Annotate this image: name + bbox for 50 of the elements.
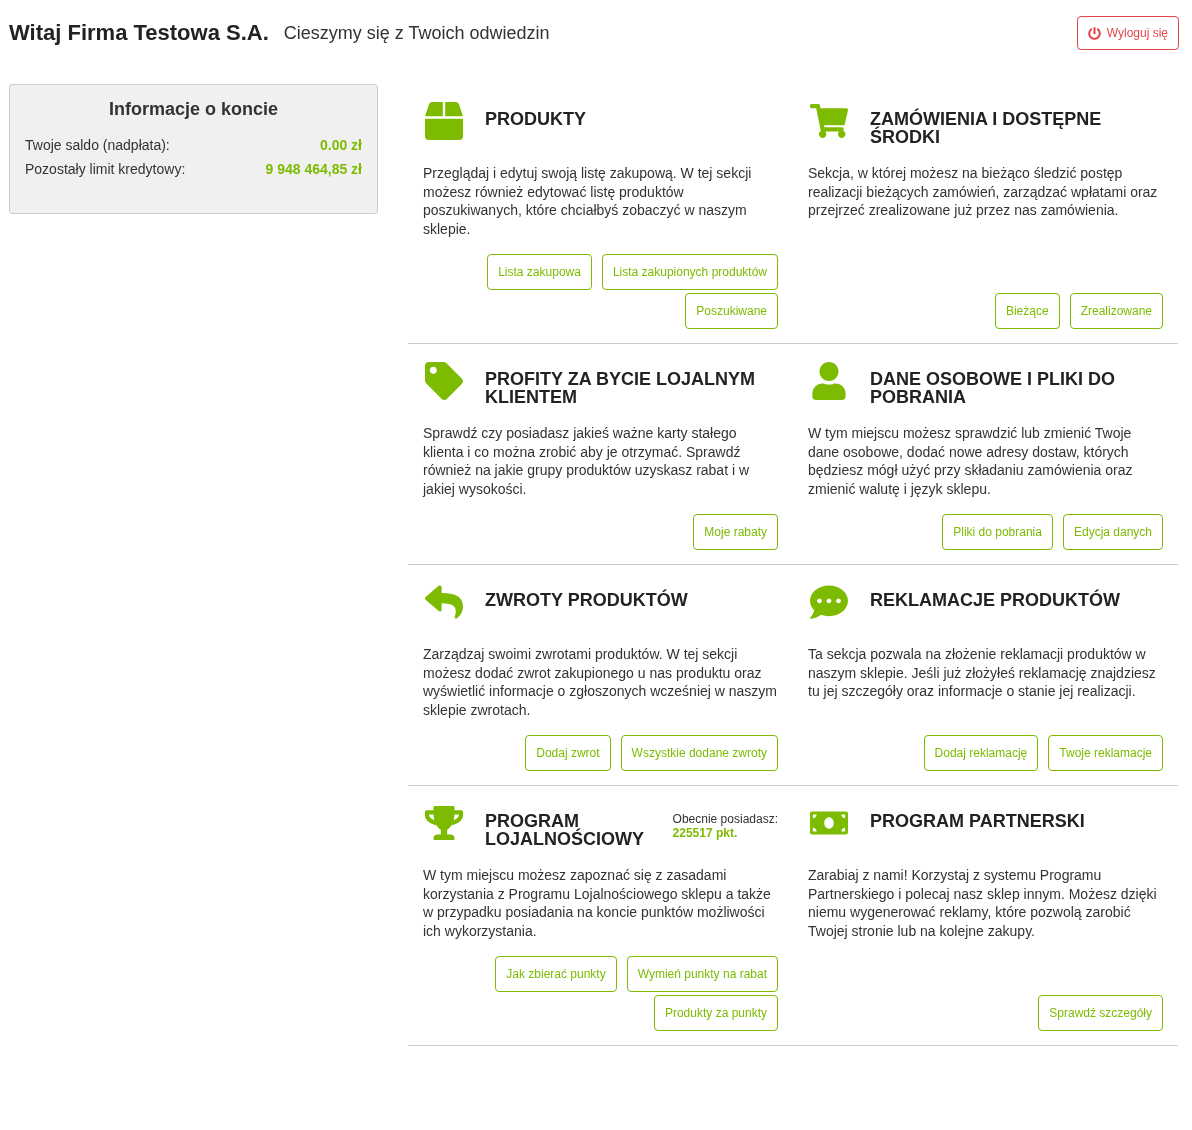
section-button[interactable]: Poszukiwane	[685, 293, 778, 329]
account-value: 0.00 zł	[319, 137, 362, 153]
section-button[interactable]: Dodaj zwrot	[525, 735, 611, 771]
section-button[interactable]: Twoje reklamacje	[1048, 735, 1163, 771]
section-button[interactable]: Edycja danych	[1062, 514, 1163, 550]
section-description: Zarabiaj z nami! Korzystaj z systemu Programu Partnerskiego i polecaj nasz sklep innym. Możesz dzięki niemu wygenerować reklamy, które pozwolą zarobić Twojej stronie lub na kolejne zakupy.	[808, 866, 1158, 940]
section-title: PRODUKTY	[485, 110, 586, 128]
account-value: 9 948 464,85 zł	[265, 161, 362, 177]
account-label: Twoje saldo (nadpłata):	[25, 137, 170, 153]
section-title: REKLAMACJE PRODUKTÓW	[870, 591, 1120, 609]
section-description: Sprawdź czy posiadasz jakieś ważne karty stałego klienta i co można zrobić aby je otrzymać. Sprawdź również na jakie grupy produktów uzyskasz rabat i w jakiej wysokości.	[423, 424, 751, 498]
account-label: Pozostały limit kredytowy:	[25, 161, 186, 177]
section-button[interactable]: Wszystkie dodane zwroty	[620, 735, 778, 771]
greeting-title: Witaj Firma Testowa S.A.	[9, 20, 269, 46]
return-arrow-icon	[425, 583, 463, 621]
section-description: W tym miejscu możesz zapoznać się z zasadami korzystania z Programu Lojalnościowego sklepu a także w przypadku posiadania na koncie punktów możliwości ich wykorzystania.	[423, 866, 772, 940]
section-button[interactable]: Dodaj reklamację	[923, 735, 1039, 771]
section-button[interactable]: Bieżące	[994, 293, 1060, 329]
user-icon	[810, 362, 848, 400]
section-button[interactable]: Pliki do pobrania	[942, 514, 1053, 550]
section-button[interactable]: Zrealizowane	[1069, 293, 1163, 329]
section-title: DANE OSOBOWE I PLIKI DO POBRANIA	[870, 370, 1116, 406]
trophy-icon	[425, 804, 463, 842]
section-description: Sekcja, w której możesz na bieżąco śledzić postęp realizacji bieżących zamówień, zarządzać wpłatami oraz przejrzeć zrealizowane już przez nas zamówienia.	[808, 164, 1159, 220]
box-icon	[425, 102, 463, 140]
section-button[interactable]: Sprawdź szczegóły	[1038, 995, 1163, 1031]
section-description: Ta sekcja pozwala na złożenie reklamacji produktów w naszym sklepie. Jeśli już złożyłeś reklamację znajdziesz tu jej szczegóły oraz informacje o stanie jej realizacji.	[808, 645, 1157, 701]
section-button[interactable]: Lista zakupionych produktów	[601, 254, 778, 290]
tag-icon	[425, 362, 463, 400]
section-button[interactable]: Moje rabaty	[693, 514, 778, 550]
section-button[interactable]: Wymień punkty na rabat	[626, 956, 778, 992]
logout-button[interactable]: Wyloguj się	[1076, 16, 1179, 50]
section-button[interactable]: Produkty za punkty	[653, 995, 778, 1031]
section-title: PROGRAM LOJALNOŚCIOWY	[485, 812, 645, 848]
section-button[interactable]: Lista zakupowa	[487, 254, 592, 290]
section-description: Przeglądaj i edytuj swoją listę zakupową. W tej sekcji możesz również edytować listę produktów poszukiwanych, które chciałbyś zobaczyć w naszym sklepie.	[423, 164, 753, 238]
section-title: PROFITY ZA BYCIE LOJALNYM KLIENTEM	[485, 370, 757, 406]
section-title: PROGRAM PARTNERSKI	[870, 812, 1085, 830]
points-value: 225517 pkt.	[672, 826, 739, 840]
section-description: Zarządzaj swoimi zwrotami produktów. W tej sekcji możesz dodać zwrot zakupionego u nas produktu oraz wyświetlić informacje o zgłoszonych wcześniej w naszym sklepie zwrotach.	[423, 645, 778, 719]
panel-title: Informacje o koncie	[107, 99, 280, 120]
greeting-subtitle: Cieszymy się z Twoich odwiedzin	[283, 22, 550, 44]
cart-icon	[810, 102, 848, 140]
section-button[interactable]: Jak zbierać punkty	[495, 956, 617, 992]
section-description: W tym miejscu możesz sprawdzić lub zmienić Twoje dane osobowe, dodać nowe adresy dostaw, których będziesz mógł użyć przy składaniu zamówienia oraz zmienić walutę i język sklepu.	[808, 424, 1134, 498]
section-title: ZAMÓWIENIA I DOSTĘPNE ŚRODKI	[870, 110, 1103, 146]
section-title: ZWROTY PRODUKTÓW	[485, 591, 688, 609]
speech-bubble-icon	[810, 583, 848, 621]
power-icon	[1087, 26, 1101, 40]
points-label: Obecnie posiadasz:	[672, 812, 778, 826]
